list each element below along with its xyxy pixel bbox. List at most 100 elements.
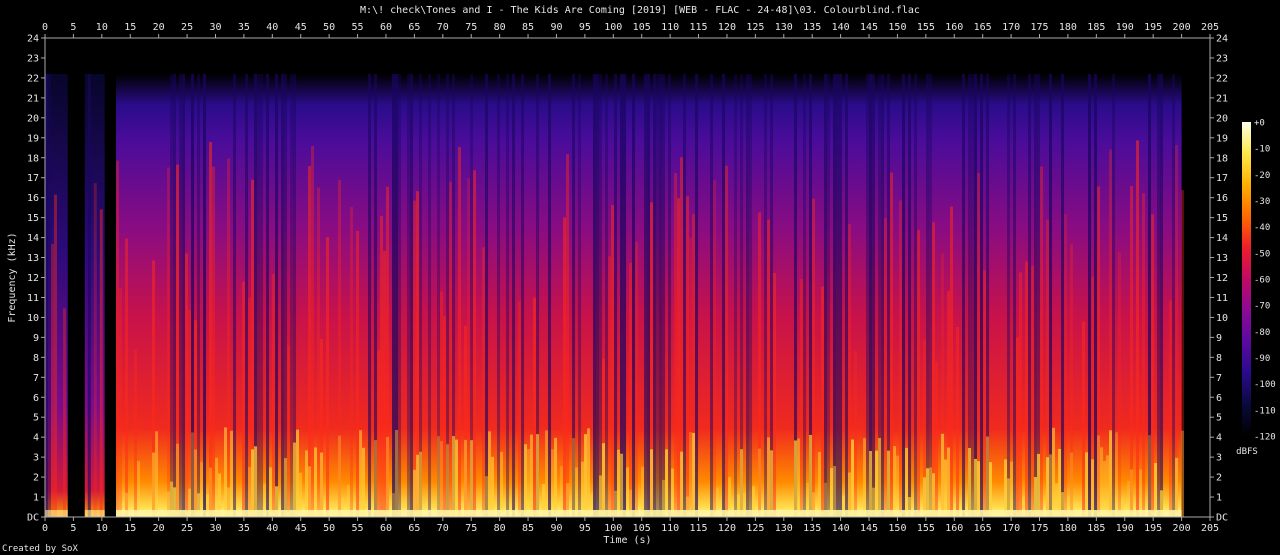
harmonic-burst xyxy=(896,455,900,517)
harmonic-burst xyxy=(359,430,363,517)
loud-column xyxy=(209,141,213,517)
y-tick-label-left: 23 xyxy=(27,53,39,64)
harmonic-burst xyxy=(293,442,297,517)
quiet-column xyxy=(926,73,930,518)
y-tick-label-left: 14 xyxy=(27,233,39,244)
y-tick-label-right: 24 xyxy=(1216,34,1228,45)
harmonic-burst xyxy=(863,438,867,517)
y-tick-label-left: 17 xyxy=(27,173,39,184)
loud-column xyxy=(167,167,171,517)
x-tick-label-bottom: 15 xyxy=(124,523,136,534)
colorbar-tick-label: -30 xyxy=(1254,197,1270,207)
harmonic-burst xyxy=(692,432,696,517)
quiet-column xyxy=(734,73,738,518)
harmonic-burst xyxy=(947,447,951,517)
loud-column xyxy=(51,243,54,517)
harmonic-burst xyxy=(419,451,423,517)
quiet-column xyxy=(1061,73,1065,518)
loud-column xyxy=(533,297,537,517)
harmonic-burst xyxy=(1181,430,1185,517)
quiet-column xyxy=(1160,73,1164,518)
quiet-column xyxy=(179,73,183,518)
harmonic-burst xyxy=(251,449,255,517)
harmonic-burst xyxy=(488,431,492,517)
quiet-column xyxy=(971,73,975,518)
x-tick-label-top: 5 xyxy=(70,22,76,33)
loud-column xyxy=(93,183,97,518)
y-tick-label-left: DC xyxy=(27,513,39,524)
loud-column xyxy=(1118,252,1122,517)
loud-column xyxy=(917,229,921,517)
quiet-column xyxy=(803,73,807,518)
x-tick-label-top: 120 xyxy=(718,22,736,33)
harmonic-burst xyxy=(572,438,576,517)
quiet-column xyxy=(290,73,294,518)
loud-column xyxy=(674,173,678,517)
quiet-column xyxy=(1172,73,1176,518)
harmonic-burst xyxy=(680,451,684,517)
harmonic-burst xyxy=(1106,455,1110,517)
harmonic-burst xyxy=(665,449,669,517)
loud-column xyxy=(272,273,276,517)
x-tick-label-top: 105 xyxy=(633,22,651,33)
harmonic-burst xyxy=(152,452,156,517)
x-tick-label-bottom: 90 xyxy=(550,523,562,534)
quiet-column xyxy=(173,73,177,518)
quiet-column xyxy=(653,73,657,518)
colorbar-tick-label: -80 xyxy=(1254,328,1270,338)
harmonic-burst xyxy=(308,466,312,517)
quiet-column xyxy=(632,73,636,518)
harmonic-burst xyxy=(929,467,933,517)
y-tick-label-left: 18 xyxy=(27,153,39,164)
y-tick-label-left: 10 xyxy=(27,313,39,324)
loud-column xyxy=(890,172,894,517)
y-axis-label: Frequency (kHz) xyxy=(7,232,18,322)
quiet-column xyxy=(260,73,264,518)
quiet-column xyxy=(962,73,966,518)
harmonic-burst xyxy=(1085,452,1089,517)
loud-column xyxy=(1025,261,1029,517)
x-tick-label-top: 110 xyxy=(661,22,679,33)
harmonic-burst xyxy=(191,432,195,517)
quiet-column xyxy=(695,73,699,518)
quiet-column xyxy=(410,73,414,518)
x-tick-label-bottom: 125 xyxy=(746,523,764,534)
y-tick-label-left: 7 xyxy=(33,373,39,384)
quiet-column xyxy=(1088,73,1092,518)
x-tick-label-bottom: 35 xyxy=(238,523,250,534)
loud-column xyxy=(1151,214,1155,517)
quiet-column xyxy=(170,73,174,518)
bass-floor xyxy=(116,510,1182,517)
harmonic-burst xyxy=(305,450,309,517)
y-tick-label-right: 4 xyxy=(1216,433,1222,444)
loud-column xyxy=(1130,186,1134,518)
x-tick-label-top: 185 xyxy=(1087,22,1105,33)
loud-column xyxy=(380,215,384,518)
harmonic-burst xyxy=(491,456,495,517)
harmonic-burst xyxy=(893,446,897,517)
harmonic-burst xyxy=(650,449,654,517)
y-tick-label-left: 2 xyxy=(33,473,39,484)
x-tick-label-top: 10 xyxy=(96,22,108,33)
colorbar-tick-label: -60 xyxy=(1254,276,1270,286)
y-tick-label-right: 23 xyxy=(1216,53,1228,64)
quiet-column xyxy=(833,73,837,518)
x-tick-label-bottom: 115 xyxy=(690,523,708,534)
harmonic-burst xyxy=(626,467,630,517)
quiet-column xyxy=(257,73,261,518)
harmonic-burst xyxy=(416,454,420,517)
harmonic-burst xyxy=(284,458,288,517)
x-tick-label-bottom: 140 xyxy=(832,523,850,534)
loud-column xyxy=(956,326,960,517)
harmonic-burst xyxy=(620,453,624,517)
loud-column xyxy=(308,165,312,517)
x-tick-label-bottom: 40 xyxy=(266,523,278,534)
harmonic-burst xyxy=(194,449,198,517)
y-tick-label-left: 9 xyxy=(33,333,39,344)
y-tick-label-right: 5 xyxy=(1216,413,1222,424)
x-tick-label-bottom: 200 xyxy=(1173,523,1191,534)
loud-column xyxy=(356,230,360,517)
harmonic-burst xyxy=(602,443,606,517)
quiet-column xyxy=(1112,73,1116,518)
loud-column xyxy=(188,309,192,517)
